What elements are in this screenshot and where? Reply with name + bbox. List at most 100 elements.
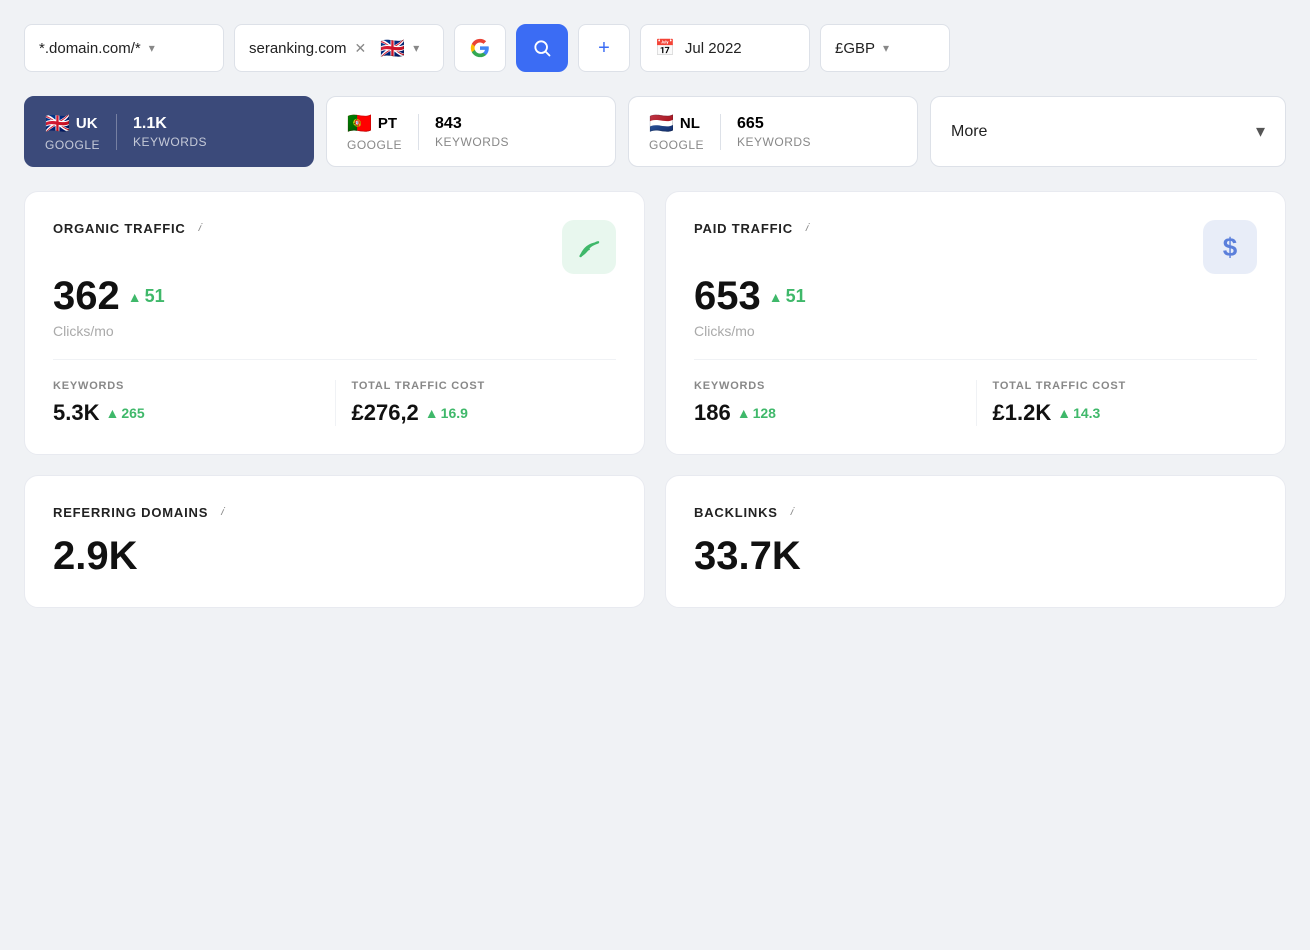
flag-uk: 🇬🇧 — [45, 111, 70, 136]
paid-cost-col: TOTAL TRAFFIC COST £1.2K ▲ 14.3 — [976, 380, 1258, 426]
more-dropdown[interactable]: More ▾ — [930, 96, 1286, 167]
google-icon-container — [454, 24, 506, 72]
metrics-grid: ORGANIC TRAFFIC 𝑖 362 ▲ 51 — [24, 191, 1286, 455]
organic-keywords-col: KEYWORDS 5.3K ▲ 265 — [53, 380, 335, 426]
paid-icon-box: $ — [1203, 220, 1257, 274]
referring-title: REFERRING DOMAINS 𝑖 — [53, 504, 616, 520]
organic-header-text: ORGANIC TRAFFIC 𝑖 — [53, 220, 208, 250]
organic-cost-change: ▲ 16.9 — [425, 405, 468, 421]
leaf-icon — [575, 233, 603, 261]
paid-cost-change: ▲ 14.3 — [1057, 405, 1100, 421]
date-label: Jul 2022 — [685, 40, 742, 57]
search-button[interactable] — [516, 24, 568, 72]
tab-nl[interactable]: 🇳🇱 NL GOOGLE 665 KEYWORDS — [628, 96, 918, 167]
tab-nl-left: 🇳🇱 NL GOOGLE — [649, 111, 704, 152]
tab-pt-engine: GOOGLE — [347, 138, 402, 152]
tab-uk-left: 🇬🇧 UK GOOGLE — [45, 111, 100, 152]
paid-sub-grid: KEYWORDS 186 ▲ 128 TOTAL TRAFFIC COST £1… — [694, 380, 1257, 426]
organic-icon-box — [562, 220, 616, 274]
site-chevron-icon: ▾ — [413, 41, 419, 55]
tab-pt-right: 843 KEYWORDS — [435, 115, 509, 149]
organic-keywords-change: ▲ 265 — [105, 405, 144, 421]
tab-uk-flag-row: 🇬🇧 UK — [45, 111, 100, 136]
paid-info-icon[interactable]: 𝑖 — [799, 220, 815, 236]
toolbar: *.domain.com/* ▾ seranking.com ✕ 🇬🇧 ▾ — [24, 24, 1286, 72]
organic-sublabel: Clicks/mo — [53, 323, 616, 339]
organic-keywords-label: KEYWORDS — [53, 380, 319, 392]
organic-value: 362 — [53, 274, 120, 319]
tab-pt-flag-row: 🇵🇹 PT — [347, 111, 402, 136]
organic-main-value-row: 362 ▲ 51 — [53, 274, 616, 319]
backlinks-info-icon[interactable]: 𝑖 — [784, 504, 800, 520]
domain-selector[interactable]: *.domain.com/* ▾ — [24, 24, 224, 72]
organic-cost-value-row: £276,2 ▲ 16.9 — [352, 400, 617, 426]
tab-uk-right: 1.1K KEYWORDS — [133, 115, 207, 149]
organic-change: ▲ 51 — [128, 286, 165, 307]
tab-uk-engine: GOOGLE — [45, 138, 100, 152]
organic-title: ORGANIC TRAFFIC 𝑖 — [53, 220, 208, 236]
paid-header-text: PAID TRAFFIC 𝑖 — [694, 220, 815, 250]
organic-cost-col: TOTAL TRAFFIC COST £276,2 ▲ 16.9 — [335, 380, 617, 426]
flag-uk-icon: 🇬🇧 — [380, 36, 405, 61]
paid-main-value-row: 653 ▲ 51 — [694, 274, 1257, 319]
close-icon[interactable]: ✕ — [355, 40, 367, 57]
currency-selector[interactable]: £GBP ▾ — [820, 24, 950, 72]
paid-value: 653 — [694, 274, 761, 319]
paid-keywords-label: KEYWORDS — [694, 380, 960, 392]
domain-pattern-text: *.domain.com/* — [39, 40, 141, 57]
paid-cost-label: TOTAL TRAFFIC COST — [993, 380, 1258, 392]
organic-traffic-card: ORGANIC TRAFFIC 𝑖 362 ▲ 51 — [24, 191, 645, 455]
tab-uk-keywords-label: KEYWORDS — [133, 135, 207, 149]
referring-domains-card: REFERRING DOMAINS 𝑖 2.9K — [24, 475, 645, 608]
backlinks-title: BACKLINKS 𝑖 — [694, 504, 1257, 520]
paid-traffic-card: PAID TRAFFIC 𝑖 $ 653 ▲ 51 Clicks/mo — [665, 191, 1286, 455]
paid-title: PAID TRAFFIC 𝑖 — [694, 220, 815, 236]
tab-nl-flag-row: 🇳🇱 NL — [649, 111, 704, 136]
paid-cost-value-row: £1.2K ▲ 14.3 — [993, 400, 1258, 426]
tab-uk-code: UK — [76, 115, 98, 132]
add-button[interactable]: + — [578, 24, 630, 72]
backlinks-value: 33.7K — [694, 534, 1257, 579]
tab-nl-code: NL — [680, 115, 700, 132]
tab-pt-left: 🇵🇹 PT GOOGLE — [347, 111, 402, 152]
tab-pt-code: PT — [378, 115, 397, 132]
backlinks-card: BACKLINKS 𝑖 33.7K — [665, 475, 1286, 608]
tab-nl-divider — [720, 114, 721, 150]
tab-nl-right: 665 KEYWORDS — [737, 115, 811, 149]
organic-card-header: ORGANIC TRAFFIC 𝑖 — [53, 220, 616, 274]
date-selector[interactable]: 📅 Jul 2022 — [640, 24, 810, 72]
tab-uk[interactable]: 🇬🇧 UK GOOGLE 1.1K KEYWORDS — [24, 96, 314, 167]
site-name-text: seranking.com — [249, 40, 347, 57]
organic-sub-grid: KEYWORDS 5.3K ▲ 265 TOTAL TRAFFIC COST £… — [53, 380, 616, 426]
paid-keywords-col: KEYWORDS 186 ▲ 128 — [694, 380, 976, 426]
referring-info-icon[interactable]: 𝑖 — [214, 504, 230, 520]
organic-kw-arrow-icon: ▲ — [105, 405, 119, 421]
tab-nl-keywords-val: 665 — [737, 115, 811, 133]
google-icon — [470, 38, 490, 58]
main-container: *.domain.com/* ▾ seranking.com ✕ 🇬🇧 ▾ — [24, 24, 1286, 608]
organic-cost-label: TOTAL TRAFFIC COST — [352, 380, 617, 392]
site-input[interactable]: seranking.com ✕ 🇬🇧 ▾ — [234, 24, 444, 72]
tab-pt-keywords-val: 843 — [435, 115, 509, 133]
currency-chevron-icon: ▾ — [883, 41, 889, 55]
dollar-icon: $ — [1223, 232, 1237, 263]
paid-arrow-up-icon: ▲ — [769, 289, 783, 305]
tab-pt[interactable]: 🇵🇹 PT GOOGLE 843 KEYWORDS — [326, 96, 616, 167]
paid-keywords-change: ▲ 128 — [737, 405, 776, 421]
tab-uk-divider — [116, 114, 117, 150]
organic-keywords-value-row: 5.3K ▲ 265 — [53, 400, 319, 426]
flag-nl: 🇳🇱 — [649, 111, 674, 136]
more-label: More — [951, 123, 987, 141]
tab-pt-keywords-label: KEYWORDS — [435, 135, 509, 149]
country-tabs: 🇬🇧 UK GOOGLE 1.1K KEYWORDS 🇵🇹 PT GOOGLE — [24, 96, 1286, 167]
paid-card-header: PAID TRAFFIC 𝑖 $ — [694, 220, 1257, 274]
bottom-grid: REFERRING DOMAINS 𝑖 2.9K BACKLINKS 𝑖 33.… — [24, 475, 1286, 608]
plus-icon: + — [598, 37, 610, 60]
currency-label: £GBP — [835, 40, 875, 57]
organic-cost-arrow-icon: ▲ — [425, 405, 439, 421]
organic-divider — [53, 359, 616, 360]
paid-sublabel: Clicks/mo — [694, 323, 1257, 339]
organic-info-icon[interactable]: 𝑖 — [192, 220, 208, 236]
calendar-icon: 📅 — [655, 38, 675, 58]
paid-cost-arrow-icon: ▲ — [1057, 405, 1071, 421]
